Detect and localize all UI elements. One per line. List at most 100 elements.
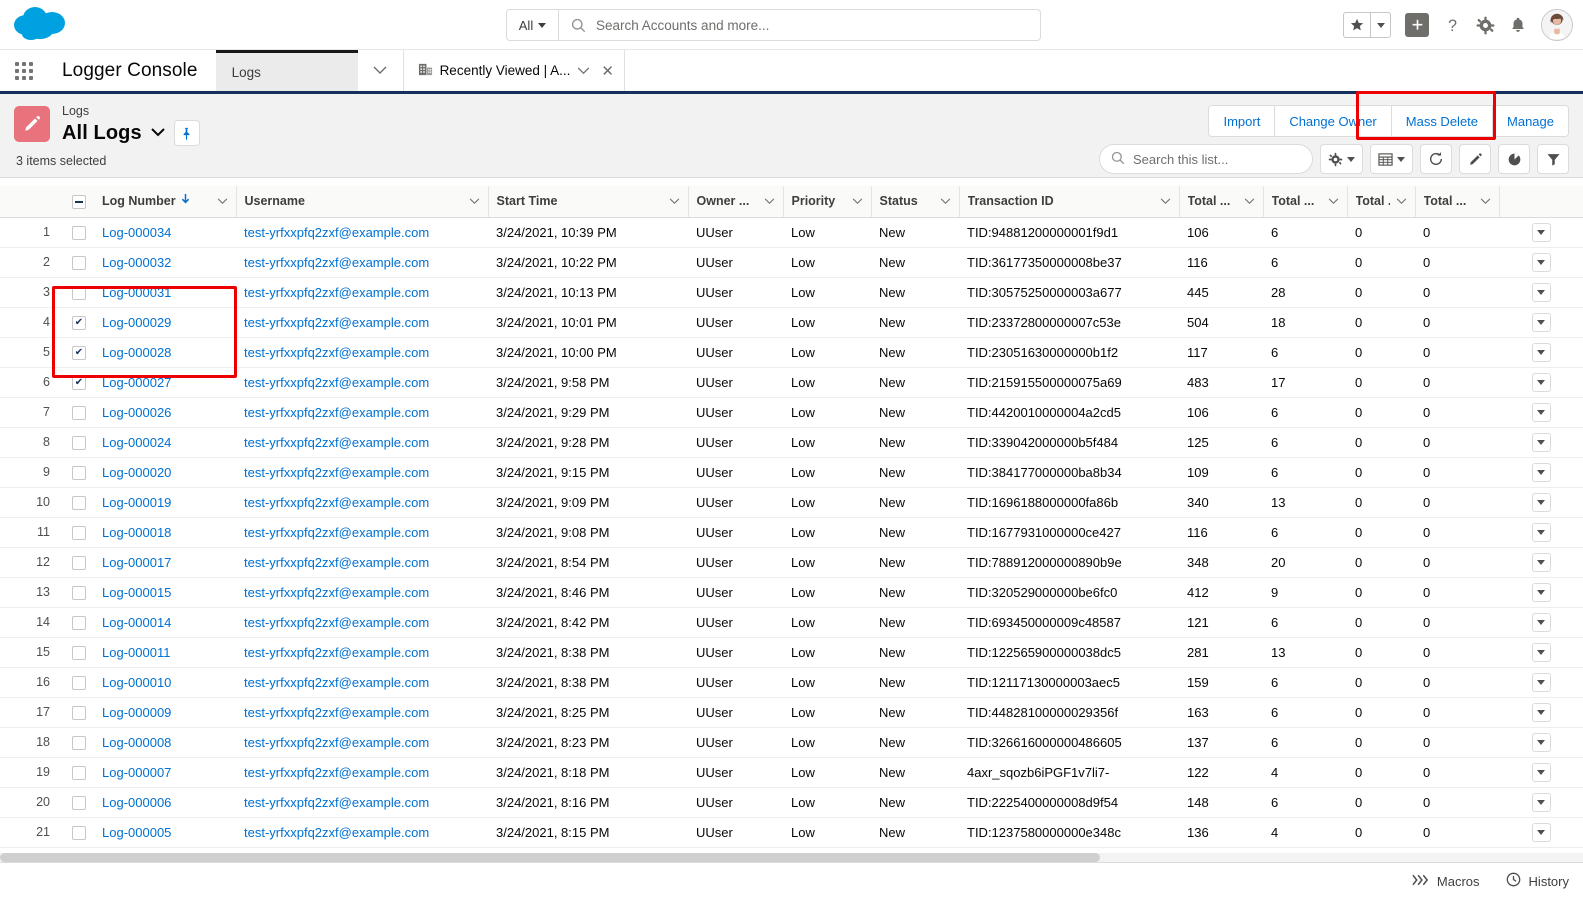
username-link[interactable]: test-yrfxxpfq2zxf@example.com	[244, 495, 429, 510]
cell-username[interactable]: test-yrfxxpfq2zxf@example.com	[236, 217, 488, 248]
row-actions-dropdown-icon[interactable]	[1531, 792, 1551, 812]
row-select-checkbox[interactable]	[72, 735, 86, 750]
cell-username[interactable]: test-yrfxxpfq2zxf@example.com	[236, 787, 488, 818]
row-select-checkbox[interactable]	[72, 825, 86, 840]
cell-row-actions[interactable]	[1499, 397, 1583, 428]
row-actions-dropdown-icon[interactable]	[1531, 402, 1551, 422]
cell-username[interactable]: test-yrfxxpfq2zxf@example.com	[236, 457, 488, 488]
row-select-cell[interactable]	[64, 637, 94, 668]
table-row[interactable]: 21 Log-000005 test-yrfxxpfq2zxf@example.co…	[0, 817, 1583, 848]
cell-username[interactable]: test-yrfxxpfq2zxf@example.com	[236, 277, 488, 308]
cell-log-number[interactable]: Log-000009	[94, 697, 236, 728]
cell-log-number[interactable]: Log-000034	[94, 217, 236, 248]
row-select-cell[interactable]	[64, 397, 94, 428]
cell-username[interactable]: test-yrfxxpfq2zxf@example.com	[236, 397, 488, 428]
cell-log-number[interactable]: Log-000031	[94, 277, 236, 308]
column-header-transaction-id[interactable]: Transaction ID	[959, 186, 1180, 218]
log-number-link[interactable]: Log-000005	[102, 825, 171, 840]
row-select-cell[interactable]	[64, 427, 94, 458]
chevron-down-icon[interactable]	[577, 63, 590, 78]
row-actions-dropdown-icon[interactable]	[1531, 312, 1551, 332]
row-select-cell[interactable]	[64, 577, 94, 608]
cell-row-actions[interactable]	[1499, 757, 1583, 788]
cell-username[interactable]: test-yrfxxpfq2zxf@example.com	[236, 247, 488, 278]
row-select-checkbox[interactable]	[72, 765, 86, 780]
notifications-bell-icon[interactable]	[1509, 16, 1527, 34]
cell-row-actions[interactable]	[1499, 277, 1583, 308]
cell-log-number[interactable]: Log-000027	[94, 367, 236, 398]
chevron-down-icon[interactable]	[852, 194, 863, 208]
row-actions-dropdown-icon[interactable]	[1531, 612, 1551, 632]
table-row[interactable]: 3 Log-000031 test-yrfxxpfq2zxf@example.com…	[0, 277, 1583, 308]
row-select-cell[interactable]	[64, 337, 94, 368]
close-icon[interactable]: ✕	[601, 62, 614, 80]
global-search-box[interactable]: All Search Accounts and more...	[506, 9, 1041, 41]
row-select-checkbox[interactable]	[72, 345, 86, 360]
row-select-checkbox[interactable]	[72, 375, 86, 390]
cell-row-actions[interactable]	[1499, 787, 1583, 818]
log-number-link[interactable]: Log-000007	[102, 765, 171, 780]
cell-log-number[interactable]: Log-000007	[94, 757, 236, 788]
favorites-star-icon[interactable]	[1344, 13, 1370, 37]
table-row[interactable]: 12 Log-000017 test-yrfxxpfq2zxf@example.co…	[0, 547, 1583, 578]
table-row[interactable]: 19 Log-000007 test-yrfxxpfq2zxf@example.co…	[0, 757, 1583, 788]
row-actions-dropdown-icon[interactable]	[1531, 492, 1551, 512]
filter-button[interactable]	[1537, 144, 1569, 174]
cell-row-actions[interactable]	[1499, 697, 1583, 728]
table-row[interactable]: 17 Log-000009 test-yrfxxpfq2zxf@example.co…	[0, 697, 1583, 728]
log-number-link[interactable]: Log-000009	[102, 705, 171, 720]
row-select-cell[interactable]	[64, 367, 94, 398]
username-link[interactable]: test-yrfxxpfq2zxf@example.com	[244, 465, 429, 480]
import-button[interactable]: Import	[1209, 106, 1276, 136]
column-header-owner[interactable]: Owner ...	[688, 186, 784, 218]
row-select-cell[interactable]	[64, 277, 94, 308]
cell-username[interactable]: test-yrfxxpfq2zxf@example.com	[236, 337, 488, 368]
username-link[interactable]: test-yrfxxpfq2zxf@example.com	[244, 645, 429, 660]
log-number-link[interactable]: Log-000017	[102, 555, 171, 570]
table-row[interactable]: 5 Log-000028 test-yrfxxpfq2zxf@example.com…	[0, 337, 1583, 368]
global-add-icon[interactable]	[1405, 13, 1429, 37]
row-actions-dropdown-icon[interactable]	[1531, 222, 1551, 242]
row-select-checkbox[interactable]	[72, 225, 86, 240]
log-number-link[interactable]: Log-000019	[102, 495, 171, 510]
username-link[interactable]: test-yrfxxpfq2zxf@example.com	[244, 705, 429, 720]
table-row[interactable]: 7 Log-000026 test-yrfxxpfq2zxf@example.com…	[0, 397, 1583, 428]
sub-tab-recently-viewed[interactable]: Recently Viewed | A... ✕	[403, 50, 625, 91]
salesforce-cloud-logo[interactable]	[14, 5, 70, 45]
log-number-link[interactable]: Log-000018	[102, 525, 171, 540]
cell-row-actions[interactable]	[1499, 727, 1583, 758]
row-select-cell[interactable]	[64, 547, 94, 578]
cell-username[interactable]: test-yrfxxpfq2zxf@example.com	[236, 517, 488, 548]
cell-log-number[interactable]: Log-000018	[94, 517, 236, 548]
row-actions-dropdown-icon[interactable]	[1531, 372, 1551, 392]
cell-username[interactable]: test-yrfxxpfq2zxf@example.com	[236, 667, 488, 698]
cell-log-number[interactable]: Log-000011	[94, 637, 236, 668]
row-actions-dropdown-icon[interactable]	[1531, 762, 1551, 782]
log-number-link[interactable]: Log-000029	[102, 315, 171, 330]
log-number-link[interactable]: Log-000015	[102, 585, 171, 600]
row-actions-dropdown-icon[interactable]	[1531, 642, 1551, 662]
row-select-cell[interactable]	[64, 487, 94, 518]
list-view-selector-chevron-icon[interactable]	[150, 124, 165, 142]
cell-log-number[interactable]: Log-000028	[94, 337, 236, 368]
row-select-checkbox[interactable]	[72, 495, 86, 510]
logs-data-table-container[interactable]: Log Number Username Start Time Owner ...…	[0, 186, 1583, 862]
log-number-link[interactable]: Log-000024	[102, 435, 171, 450]
cell-row-actions[interactable]	[1499, 577, 1583, 608]
refresh-button[interactable]	[1420, 144, 1452, 174]
cell-log-number[interactable]: Log-000020	[94, 457, 236, 488]
row-actions-dropdown-icon[interactable]	[1531, 282, 1551, 302]
console-tab-logs[interactable]: Logs	[215, 50, 358, 91]
row-select-checkbox[interactable]	[72, 465, 86, 480]
table-row[interactable]: 6 Log-000027 test-yrfxxpfq2zxf@example.com…	[0, 367, 1583, 398]
table-row[interactable]: 16 Log-000010 test-yrfxxpfq2zxf@example.co…	[0, 667, 1583, 698]
chevron-down-icon[interactable]	[1244, 194, 1255, 208]
row-actions-dropdown-icon[interactable]	[1531, 582, 1551, 602]
row-select-checkbox[interactable]	[72, 255, 86, 270]
app-launcher-icon[interactable]	[0, 50, 48, 91]
cell-log-number[interactable]: Log-000026	[94, 397, 236, 428]
cell-row-actions[interactable]	[1499, 337, 1583, 368]
cell-username[interactable]: test-yrfxxpfq2zxf@example.com	[236, 607, 488, 638]
table-row[interactable]: 1 Log-000034 test-yrfxxpfq2zxf@example.com…	[0, 217, 1583, 248]
list-view-controls-gear-button[interactable]	[1320, 144, 1363, 174]
